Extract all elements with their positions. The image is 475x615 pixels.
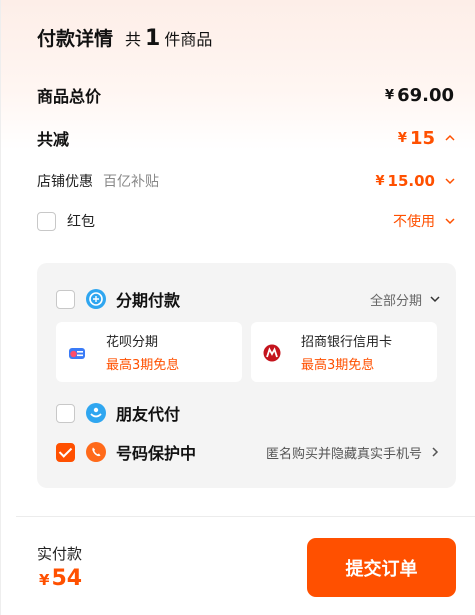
installment-card-cmb[interactable]: 招商银行信用卡 最高3期免息 <box>251 322 437 382</box>
redpacket-label: 红包 <box>67 214 95 230</box>
number-protect-desc: 匿名购买并隐藏真实手机号 <box>265 446 422 462</box>
chevron-down-icon[interactable] <box>445 176 455 186</box>
shop-discount-label: 店铺优惠 <box>37 174 93 190</box>
currency-symbol: ¥ <box>397 130 407 146</box>
page-title: 付款详情 <box>37 28 114 50</box>
submit-order-button[interactable]: 提交订单 <box>307 538 456 597</box>
card-name: 花呗分期 <box>106 335 159 350</box>
installment-option-label: 全部分期 <box>369 293 422 309</box>
pay-amount-label: 实付款 <box>37 545 83 563</box>
total-price-row: 商品总价 ¥ 69.00 <box>37 82 455 108</box>
chevron-up-icon[interactable] <box>445 133 455 143</box>
huabei-icon <box>69 348 85 359</box>
item-count-suffix: 件商品 <box>164 30 213 49</box>
installment-card-huabei[interactable]: 花呗分期 最高3期免息 <box>56 322 242 382</box>
installment-checkbox[interactable] <box>56 289 75 309</box>
chevron-down-icon <box>430 296 440 303</box>
pay-amount-value: 54 <box>51 566 83 591</box>
payment-options-box: 分期付款 全部分期 花呗分期 最高3期免息 招商银行信用卡 最高3期免息 朋友代… <box>37 263 456 488</box>
discount-label: 共减 <box>37 130 70 149</box>
number-protect-row[interactable]: 号码保护中 匿名购买并隐藏真实手机号 <box>56 440 440 464</box>
chevron-right-icon <box>432 447 439 457</box>
currency-symbol: ¥ <box>385 87 395 103</box>
total-price-label: 商品总价 <box>37 87 102 106</box>
phone-protect-icon <box>86 442 106 462</box>
discount-row[interactable]: 共减 ¥ 15 <box>37 124 455 152</box>
friend-pay-icon <box>86 403 106 423</box>
installment-icon <box>86 289 106 309</box>
item-count: 1 <box>145 26 161 51</box>
item-count-prefix: 共 <box>125 30 142 49</box>
number-protect-label: 号码保护中 <box>116 444 197 463</box>
redpacket-checkbox[interactable] <box>37 211 56 231</box>
shop-discount-sublabel: 百亿补贴 <box>103 174 159 190</box>
number-protect-detail[interactable]: 匿名购买并隐藏真实手机号 <box>266 443 440 462</box>
installment-cards: 花呗分期 最高3期免息 招商银行信用卡 最高3期免息 <box>56 322 437 382</box>
installment-label: 分期付款 <box>116 291 181 310</box>
shop-discount-row[interactable]: 店铺优惠 百亿补贴 ¥ 15.00 <box>37 170 455 192</box>
redpacket-row[interactable]: 红包 不使用 <box>37 209 455 233</box>
card-name: 招商银行信用卡 <box>301 335 393 350</box>
card-promo: 最高3期免息 <box>301 358 375 373</box>
installment-row[interactable]: 分期付款 全部分期 <box>56 287 440 311</box>
number-protect-checkbox[interactable] <box>56 442 75 462</box>
footer-divider <box>16 516 475 517</box>
currency-symbol: ¥ <box>39 571 50 589</box>
shop-discount-value: 15.00 <box>387 172 435 190</box>
friend-pay-label: 朋友代付 <box>116 405 181 424</box>
payment-details-panel: 付款详情 共 1 件商品 商品总价 ¥ 69.00 共减 ¥ 15 店铺优惠 百… <box>0 0 475 615</box>
installment-option[interactable]: 全部分期 <box>370 290 440 309</box>
card-promo: 最高3期免息 <box>106 358 180 373</box>
currency-symbol: ¥ <box>375 173 385 189</box>
pay-amount: ¥ 54 <box>39 566 82 591</box>
chevron-down-icon[interactable] <box>445 216 455 226</box>
total-price-value: 69.00 <box>397 84 454 106</box>
cmb-bank-icon <box>263 344 281 362</box>
redpacket-status[interactable]: 不使用 <box>393 211 435 231</box>
discount-value: 15 <box>409 127 435 149</box>
payment-details-header: 付款详情 共 1 件商品 <box>37 24 212 54</box>
friend-pay-checkbox[interactable] <box>56 403 75 423</box>
friend-pay-row[interactable]: 朋友代付 <box>56 401 440 425</box>
